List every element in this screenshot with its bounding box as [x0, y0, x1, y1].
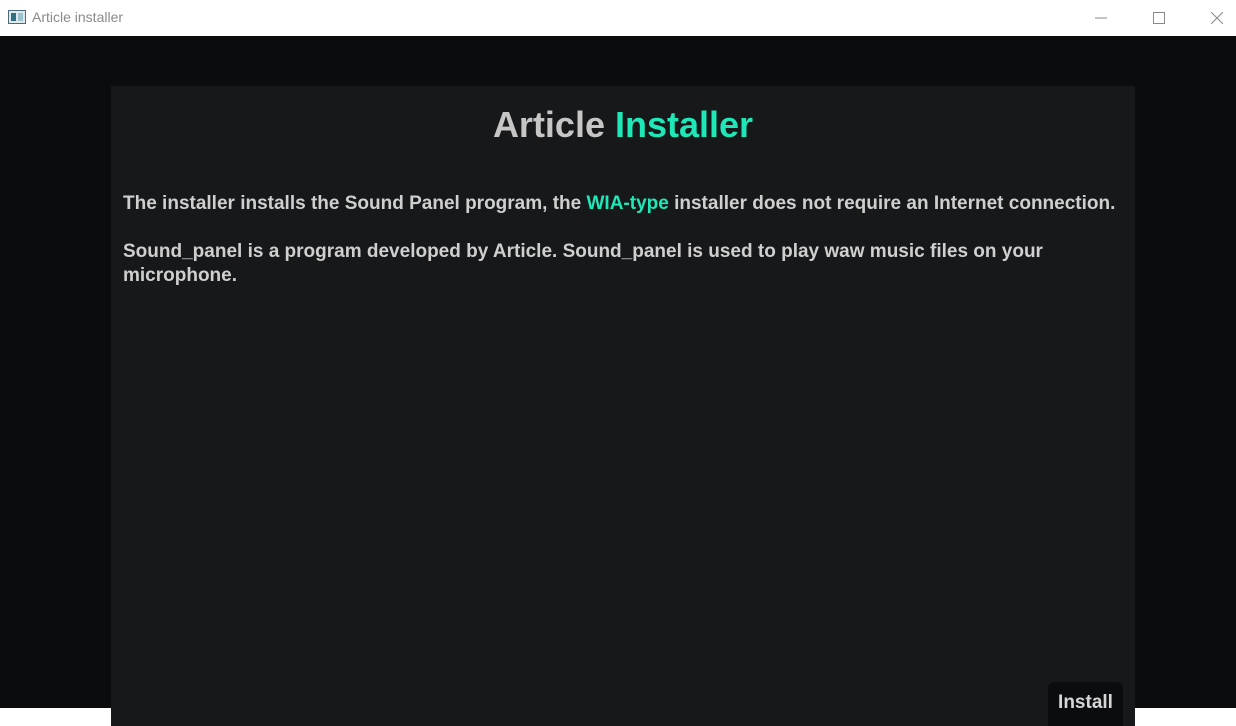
paragraph1-after: installer does not require an Internet c… — [674, 193, 1116, 214]
minimize-icon — [1095, 17, 1107, 19]
install-button[interactable]: Install — [1048, 682, 1123, 726]
window-title: Article installer — [32, 9, 124, 25]
installer-panel: Article Installer The installer installs… — [111, 86, 1135, 726]
maximize-icon — [1153, 12, 1165, 24]
description-paragraph: The installer installs the Sound Panel p… — [123, 192, 1123, 216]
title-brand: Article — [492, 104, 605, 145]
paragraph1-before: The installer installs the Sound Panel p… — [123, 193, 582, 214]
minimize-button[interactable] — [1078, 0, 1124, 36]
close-icon — [1211, 12, 1223, 24]
paragraph1-highlight: WIA-type — [586, 193, 669, 214]
title-accent: Installer — [615, 104, 754, 145]
app-window-icon — [8, 10, 26, 24]
close-button[interactable] — [1194, 0, 1236, 36]
title-bar: Article installer — [0, 0, 1236, 36]
page-title: Article Installer — [111, 104, 1135, 146]
window-content: Article Installer The installer installs… — [0, 36, 1236, 726]
program-info-paragraph: Sound_panel is a program developed by Ar… — [123, 241, 1043, 286]
maximize-button[interactable] — [1136, 0, 1182, 36]
